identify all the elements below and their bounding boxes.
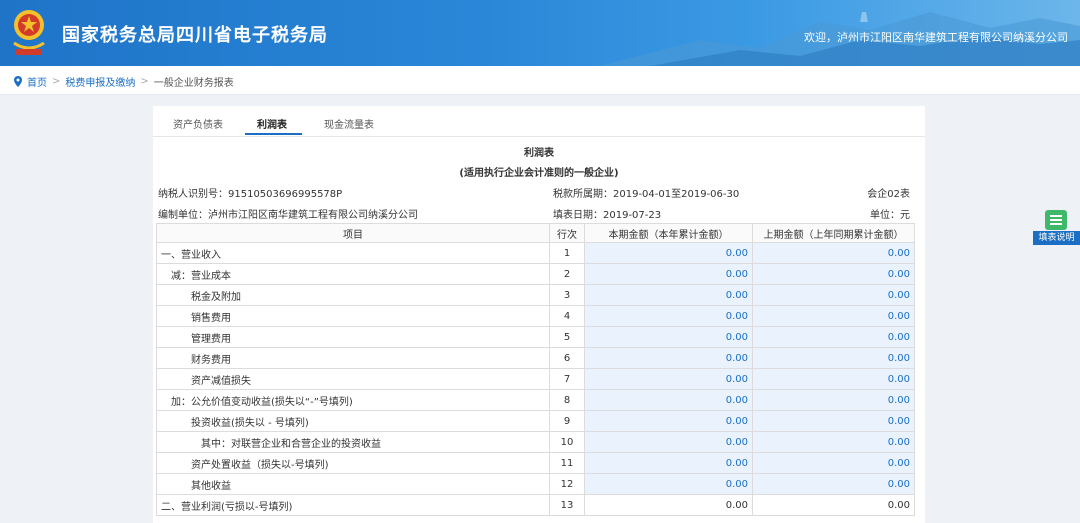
row-item-label: 资产处置收益（损失以-号填列) — [156, 452, 550, 474]
row-item-label: 二、营业利润(亏损以-号填列) — [156, 494, 550, 516]
row-item-label: 减：营业成本 — [156, 263, 550, 285]
table-header-row: 项目 行次 本期金额（本年累计金额） 上期金额（上年同期累计金额） — [156, 223, 915, 243]
previous-amount-cell[interactable]: 0.00 — [752, 473, 915, 495]
row-item-label: 投资收益(损失以 - 号填列) — [156, 410, 550, 432]
row-line-number: 7 — [549, 368, 585, 390]
breadcrumb-separator: > — [140, 76, 149, 87]
table-row: 财务费用 6 0.00 0.00 — [156, 347, 915, 369]
tax-period: 税款所属期：2019-04-01至2019-06-30 — [553, 189, 740, 200]
fill-instructions-label[interactable]: 填表说明 — [1033, 231, 1080, 245]
current-amount-cell[interactable]: 0.00 — [584, 347, 753, 369]
form-code: 会企02表 — [867, 189, 910, 200]
table-row: 资产减值损失 7 0.00 0.00 — [156, 368, 915, 390]
table-row: 资产处置收益（损失以-号填列) 11 0.00 0.00 — [156, 452, 915, 474]
report-tabs: 资产负债表 利润表 现金流量表 — [153, 106, 925, 137]
table-row: 其中：对联营企业和合营企业的投资收益 10 0.00 0.00 — [156, 431, 915, 453]
tab-cash-flow[interactable]: 现金流量表 — [324, 116, 374, 131]
current-amount-cell[interactable]: 0.00 — [584, 431, 753, 453]
row-line-number: 11 — [549, 452, 585, 474]
row-line-number: 8 — [549, 389, 585, 411]
row-line-number: 12 — [549, 473, 585, 495]
previous-amount-cell[interactable]: 0.00 — [752, 452, 915, 474]
taxpayer-id: 纳税人识别号：91510503696995578P — [158, 189, 343, 200]
report-title: 利润表 — [524, 148, 554, 159]
breadcrumb-current: 一般企业财务报表 — [153, 78, 234, 89]
row-item-label: 其中：对联营企业和合营企业的投资收益 — [156, 431, 550, 453]
current-amount-cell[interactable]: 0.00 — [584, 326, 753, 348]
tab-balance-sheet[interactable]: 资产负债表 — [173, 116, 223, 131]
document-icon[interactable] — [1045, 210, 1067, 230]
current-amount-cell[interactable]: 0.00 — [584, 305, 753, 327]
fill-instructions-widget[interactable]: 填表说明 — [1033, 210, 1080, 245]
previous-amount-cell[interactable]: 0.00 — [752, 368, 915, 390]
preparing-company: 编制单位：泸州市江阳区南华建筑工程有限公司纳溪分公司 — [158, 210, 418, 221]
location-pin-icon — [14, 76, 22, 87]
table-row: 加：公允价值变动收益(损失以“-”号填列) 8 0.00 0.00 — [156, 389, 915, 411]
welcome-text: 欢迎，泸州市江阳区南华建筑工程有限公司纳溪分公司 — [804, 31, 1068, 44]
currency-unit: 单位：元 — [870, 210, 910, 221]
row-item-label: 财务费用 — [156, 347, 550, 369]
current-amount-cell: 0.00 — [584, 494, 753, 516]
active-tab-indicator — [245, 133, 302, 135]
current-amount-cell[interactable]: 0.00 — [584, 368, 753, 390]
column-header-line: 行次 — [549, 223, 585, 243]
row-line-number: 1 — [549, 242, 585, 264]
breadcrumb-tax-filing-link[interactable]: 税费申报及缴纳 — [65, 74, 135, 89]
previous-amount-cell[interactable]: 0.00 — [752, 431, 915, 453]
table-row: 其他收益 12 0.00 0.00 — [156, 473, 915, 495]
table-row: 减：营业成本 2 0.00 0.00 — [156, 263, 915, 285]
current-amount-cell[interactable]: 0.00 — [584, 284, 753, 306]
previous-amount-cell[interactable]: 0.00 — [752, 410, 915, 432]
current-amount-cell[interactable]: 0.00 — [584, 242, 753, 264]
breadcrumb-home-link[interactable]: 首页 — [27, 74, 47, 89]
column-header-current: 本期金额（本年累计金额） — [584, 223, 753, 243]
row-item-label: 管理费用 — [156, 326, 550, 348]
table-row: 税金及附加 3 0.00 0.00 — [156, 284, 915, 306]
current-amount-cell[interactable]: 0.00 — [584, 452, 753, 474]
row-item-label: 税金及附加 — [156, 284, 550, 306]
row-item-label: 其他收益 — [156, 473, 550, 495]
previous-amount-cell[interactable]: 0.00 — [752, 284, 915, 306]
row-item-label: 一、营业收入 — [156, 242, 550, 264]
table-row: 一、营业收入 1 0.00 0.00 — [156, 242, 915, 264]
table-row: 二、营业利润(亏损以-号填列) 13 0.00 0.00 — [156, 494, 915, 516]
current-amount-cell[interactable]: 0.00 — [584, 410, 753, 432]
previous-amount-cell[interactable]: 0.00 — [752, 347, 915, 369]
income-statement-table: 项目 行次 本期金额（本年累计金额） 上期金额（上年同期累计金额） 一、营业收入… — [156, 223, 915, 516]
previous-amount-cell[interactable]: 0.00 — [752, 242, 915, 264]
row-item-label: 资产减值损失 — [156, 368, 550, 390]
column-header-item: 项目 — [156, 223, 550, 243]
previous-amount-cell[interactable]: 0.00 — [752, 263, 915, 285]
current-amount-cell[interactable]: 0.00 — [584, 263, 753, 285]
previous-amount-cell: 0.00 — [752, 494, 915, 516]
site-title: 国家税务总局四川省电子税务局 — [62, 25, 328, 46]
report-panel: 资产负债表 利润表 现金流量表 利润表 (适用执行企业会计准则的一般企业) 纳税… — [153, 106, 925, 523]
table-row: 投资收益(损失以 - 号填列) 9 0.00 0.00 — [156, 410, 915, 432]
previous-amount-cell[interactable]: 0.00 — [752, 326, 915, 348]
row-item-label: 销售费用 — [156, 305, 550, 327]
breadcrumb-separator: > — [52, 76, 61, 87]
row-line-number: 10 — [549, 431, 585, 453]
tax-bureau-emblem-icon — [13, 10, 45, 55]
row-line-number: 13 — [549, 494, 585, 516]
column-header-previous: 上期金额（上年同期累计金额） — [752, 223, 915, 243]
fill-date: 填表日期：2019-07-23 — [553, 210, 662, 221]
row-item-label: 加：公允价值变动收益(损失以“-”号填列) — [156, 389, 550, 411]
previous-amount-cell[interactable]: 0.00 — [752, 305, 915, 327]
previous-amount-cell[interactable]: 0.00 — [752, 389, 915, 411]
row-line-number: 9 — [549, 410, 585, 432]
breadcrumb: 首页 > 税费申报及缴纳 > 一般企业财务报表 — [0, 66, 1080, 95]
row-line-number: 6 — [549, 347, 585, 369]
row-line-number: 2 — [549, 263, 585, 285]
row-line-number: 5 — [549, 326, 585, 348]
row-line-number: 4 — [549, 305, 585, 327]
table-row: 销售费用 4 0.00 0.00 — [156, 305, 915, 327]
site-header: 国家税务总局四川省电子税务局 欢迎，泸州市江阳区南华建筑工程有限公司纳溪分公司 — [0, 0, 1080, 66]
current-amount-cell[interactable]: 0.00 — [584, 389, 753, 411]
current-amount-cell[interactable]: 0.00 — [584, 473, 753, 495]
report-subtitle: (适用执行企业会计准则的一般企业) — [459, 168, 619, 179]
table-row: 管理费用 5 0.00 0.00 — [156, 326, 915, 348]
row-line-number: 3 — [549, 284, 585, 306]
tab-income-statement[interactable]: 利润表 — [257, 116, 287, 131]
